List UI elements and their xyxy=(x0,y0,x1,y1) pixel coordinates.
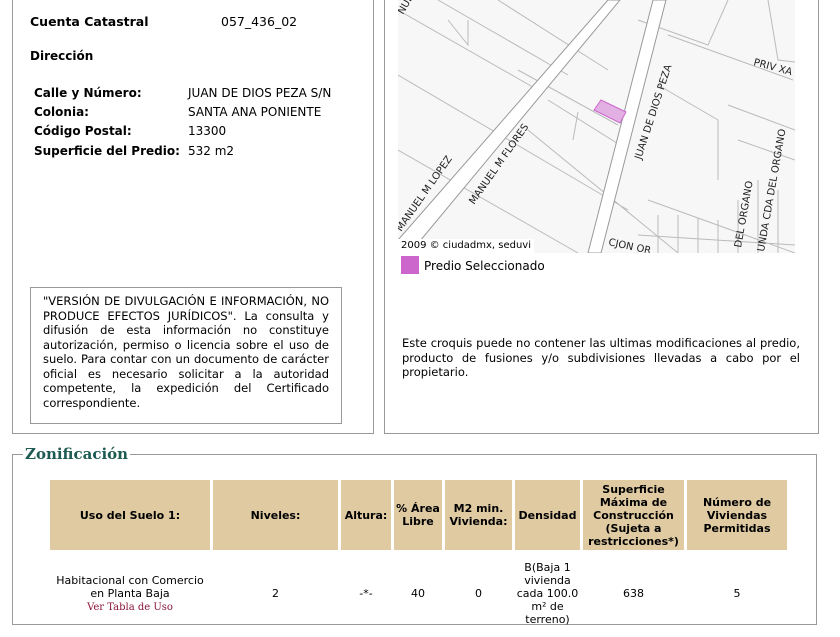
street-label: DEL ORGANO xyxy=(733,180,756,249)
header-viviendas: Número de Viviendas Permitidas xyxy=(687,480,787,550)
table-row: Habitacional con Comercio en Planta Baja… xyxy=(50,550,787,637)
disclaimer-text: "VERSIÓN DE DIVULGACIÓN E INFORMACIÓN, N… xyxy=(30,287,342,424)
uso-value: Habitacional con Comercio en Planta Baja xyxy=(56,573,204,600)
map-drawing: JUAN DE DIOS PEZA MANUEL M FLORES MANUEL… xyxy=(398,0,795,253)
zonificacion-title: Zonificación xyxy=(25,445,129,463)
header-uso: Uso del Suelo 1: xyxy=(50,480,210,550)
header-densidad: Densidad xyxy=(515,480,580,550)
superficie-value: 532 m2 xyxy=(188,144,235,158)
header-altura: Altura: xyxy=(341,480,391,550)
cuenta-label: Cuenta Catastral xyxy=(30,14,149,29)
superficie-label: Superficie del Predio: xyxy=(34,144,180,158)
legend-swatch xyxy=(401,256,419,274)
ver-tabla-de-uso-link[interactable]: Ver Tabla de Uso xyxy=(87,602,173,613)
densidad-value: B(Baja 1 vivienda cada 100.0 m² de terre… xyxy=(516,561,579,626)
calle-label: Calle y Número: xyxy=(34,86,142,100)
colonia-value: SANTA ANA PONIENTE xyxy=(188,105,322,119)
map-note: Este croquis puede no contener las ultim… xyxy=(402,336,800,379)
viviendas-value: 5 xyxy=(733,587,741,600)
colonia-label: Colonia: xyxy=(34,105,89,119)
cp-value: 13300 xyxy=(188,124,227,138)
altura-value: -*- xyxy=(359,587,373,600)
zonificacion-section: Zonificación Uso del Suelo 1: Niveles: A… xyxy=(12,445,817,626)
cp-label: Código Postal: xyxy=(34,124,132,138)
map-copyright: 2009 © ciudadmx, seduvi xyxy=(398,239,535,253)
parcel-map[interactable]: JUAN DE DIOS PEZA MANUEL M FLORES MANUEL… xyxy=(398,0,795,253)
street-label: PRIV XA xyxy=(752,57,793,78)
street-label: UNDA CDA DEL ORGANO xyxy=(756,128,788,253)
street-label: NUE xyxy=(398,0,416,17)
m2-min-value: 0 xyxy=(475,587,482,600)
area-libre-value: 40 xyxy=(411,587,425,600)
superficie-max-value: 638 xyxy=(623,587,644,600)
direccion-label: Dirección xyxy=(30,49,94,63)
header-area-libre: % Área Libre xyxy=(394,480,442,550)
street-label: CJON OR xyxy=(607,237,652,253)
header-m2-min: M2 min. Vivienda: xyxy=(445,480,512,550)
header-superficie-max: Superficie Máxima de Construcción (Sujet… xyxy=(583,480,684,550)
calle-value: JUAN DE DIOS PEZA S/N xyxy=(188,86,332,100)
cuenta-value: 057_436_02 xyxy=(221,14,298,29)
header-niveles: Niveles: xyxy=(213,480,338,550)
niveles-value: 2 xyxy=(272,587,279,600)
legend-label: Predio Seleccionado xyxy=(424,259,545,273)
zonificacion-table: Uso del Suelo 1: Niveles: Altura: % Área… xyxy=(47,480,790,637)
